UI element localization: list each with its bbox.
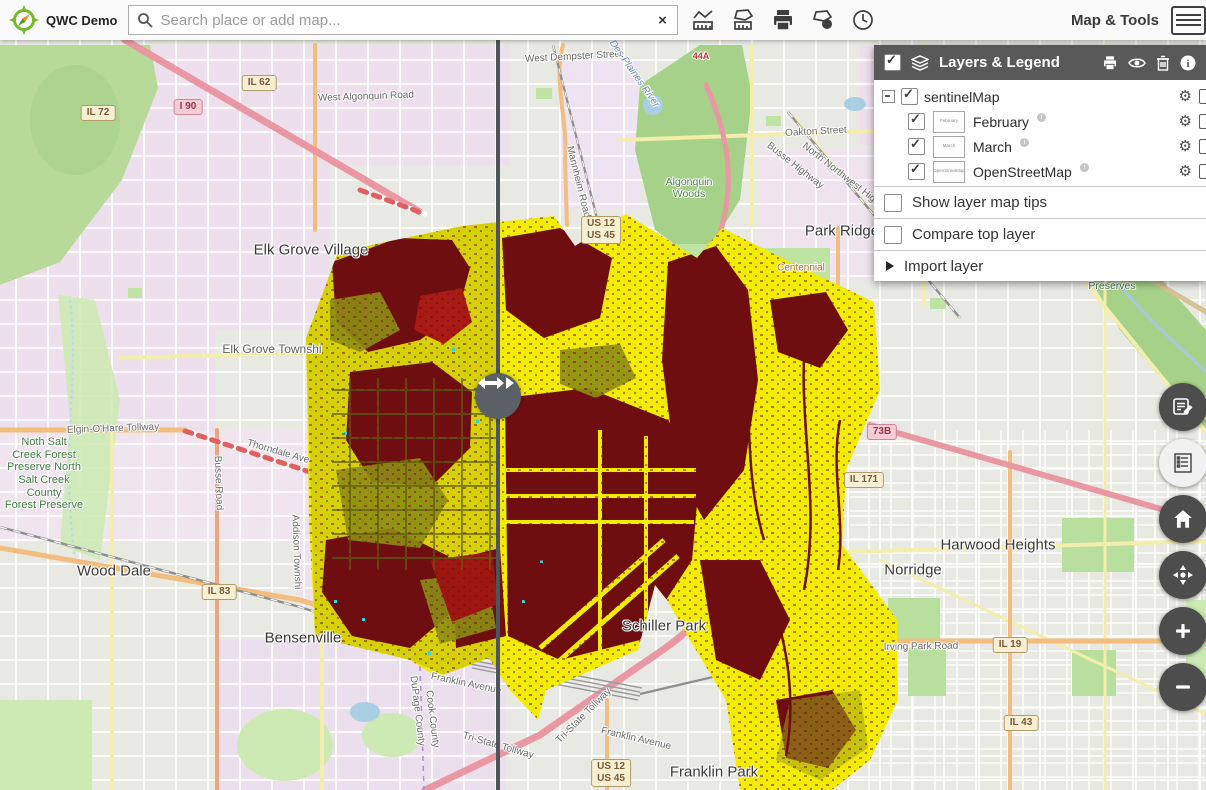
locate-button[interactable] [1159, 551, 1206, 599]
layer-row[interactable]: OpenStreetMap OpenStreetMap i ⚙ [874, 159, 1206, 184]
clipped-layer-menu-icon[interactable] [1199, 164, 1206, 179]
layer-name: February [973, 114, 1029, 130]
zoom-out-button[interactable] [1159, 663, 1206, 711]
layer-name: OpenStreetMap [973, 164, 1072, 180]
measure-line-icon[interactable] [690, 7, 716, 33]
search-icon [137, 12, 153, 28]
app-window: Elk Grove VillageElk Grove TownshiPark R… [0, 0, 1206, 790]
svg-text:i: i [826, 22, 828, 29]
search-clear-button[interactable]: × [649, 12, 677, 29]
time-icon[interactable] [850, 7, 876, 33]
panel-header: Layers & Legend i [874, 45, 1206, 80]
home-extent-button[interactable] [1159, 495, 1206, 543]
option-label: Show layer map tips [912, 194, 1047, 211]
group-checkbox[interactable] [901, 88, 918, 105]
option-checkbox[interactable] [884, 226, 902, 244]
layer-legend-thumbnail: OpenStreetMap [933, 161, 965, 183]
layer-checkbox[interactable] [908, 113, 925, 130]
layer-row[interactable]: March March i ⚙ [874, 134, 1206, 159]
layer-settings-gear-icon[interactable]: ⚙ [1179, 114, 1192, 129]
panel-option-row[interactable]: Compare top layer [874, 218, 1206, 250]
print-legend-icon[interactable] [1102, 55, 1118, 71]
clipped-layer-menu-icon[interactable] [1199, 89, 1206, 104]
info-icon[interactable]: i [1180, 55, 1196, 71]
layer-settings-gear-icon[interactable]: ⚙ [1179, 164, 1192, 179]
app-logo: QWC Demo [0, 4, 128, 36]
search-box: × [128, 5, 678, 35]
trash-icon[interactable] [1156, 55, 1170, 71]
layer-tree: sentinelMap ⚙ February February i ⚙ [874, 80, 1206, 186]
import-layer-label: Import layer [904, 258, 983, 275]
layers-legend-panel: Layers & Legend i sentinelMap ⚙ [874, 45, 1206, 281]
visibility-eye-icon[interactable] [1128, 56, 1146, 70]
panel-master-checkbox[interactable] [884, 54, 901, 71]
layers-stack-icon [911, 55, 929, 71]
svg-text:i: i [1186, 58, 1189, 70]
layer-legend-thumbnail: February [933, 111, 965, 133]
app-title: QWC Demo [46, 13, 118, 28]
layer-row[interactable]: February February i ⚙ [874, 109, 1206, 134]
option-label: Compare top layer [912, 226, 1035, 243]
panel-title: Layers & Legend [939, 54, 1060, 71]
layer-info-icon[interactable]: i [1080, 163, 1089, 172]
toolbar: i [690, 7, 876, 33]
swipe-arrows-icon [475, 373, 515, 393]
layer-info-icon[interactable]: i [1020, 138, 1029, 147]
measure-area-icon[interactable] [730, 7, 756, 33]
compare-slider-handle[interactable] [475, 373, 521, 419]
topbar-right: Map & Tools [1071, 6, 1206, 35]
identify-icon[interactable]: i [810, 7, 836, 33]
search-input[interactable] [159, 11, 649, 30]
layer-info-icon[interactable]: i [1037, 113, 1046, 122]
map-tools-menu-label[interactable]: Map & Tools [1071, 12, 1159, 29]
zoom-in-button[interactable] [1159, 607, 1206, 655]
group-settings-gear-icon[interactable]: ⚙ [1179, 89, 1192, 104]
legend-list-button[interactable] [1159, 439, 1206, 487]
layer-legend-thumbnail: March [933, 136, 965, 158]
layer-group-row[interactable]: sentinelMap ⚙ [874, 84, 1206, 109]
group-name: sentinelMap [924, 89, 1000, 105]
compass-logo-icon [8, 4, 40, 36]
panel-option-row[interactable]: Show layer map tips [874, 186, 1206, 218]
option-checkbox[interactable] [884, 194, 902, 212]
layer-checkbox[interactable] [908, 163, 925, 180]
top-bar: QWC Demo × [0, 0, 1206, 40]
import-layer-row[interactable]: Import layer [874, 250, 1206, 281]
clipped-layer-menu-icon[interactable] [1199, 114, 1206, 129]
layer-name: March [973, 139, 1012, 155]
hamburger-menu-button[interactable] [1171, 6, 1206, 35]
collapse-expander-icon[interactable] [882, 90, 895, 103]
print-icon[interactable] [770, 7, 796, 33]
layer-settings-gear-icon[interactable]: ⚙ [1179, 139, 1192, 154]
clipped-layer-menu-icon[interactable] [1199, 139, 1206, 154]
layer-checkbox[interactable] [908, 138, 925, 155]
edit-note-button[interactable] [1159, 383, 1206, 431]
expand-arrow-icon [886, 261, 894, 271]
